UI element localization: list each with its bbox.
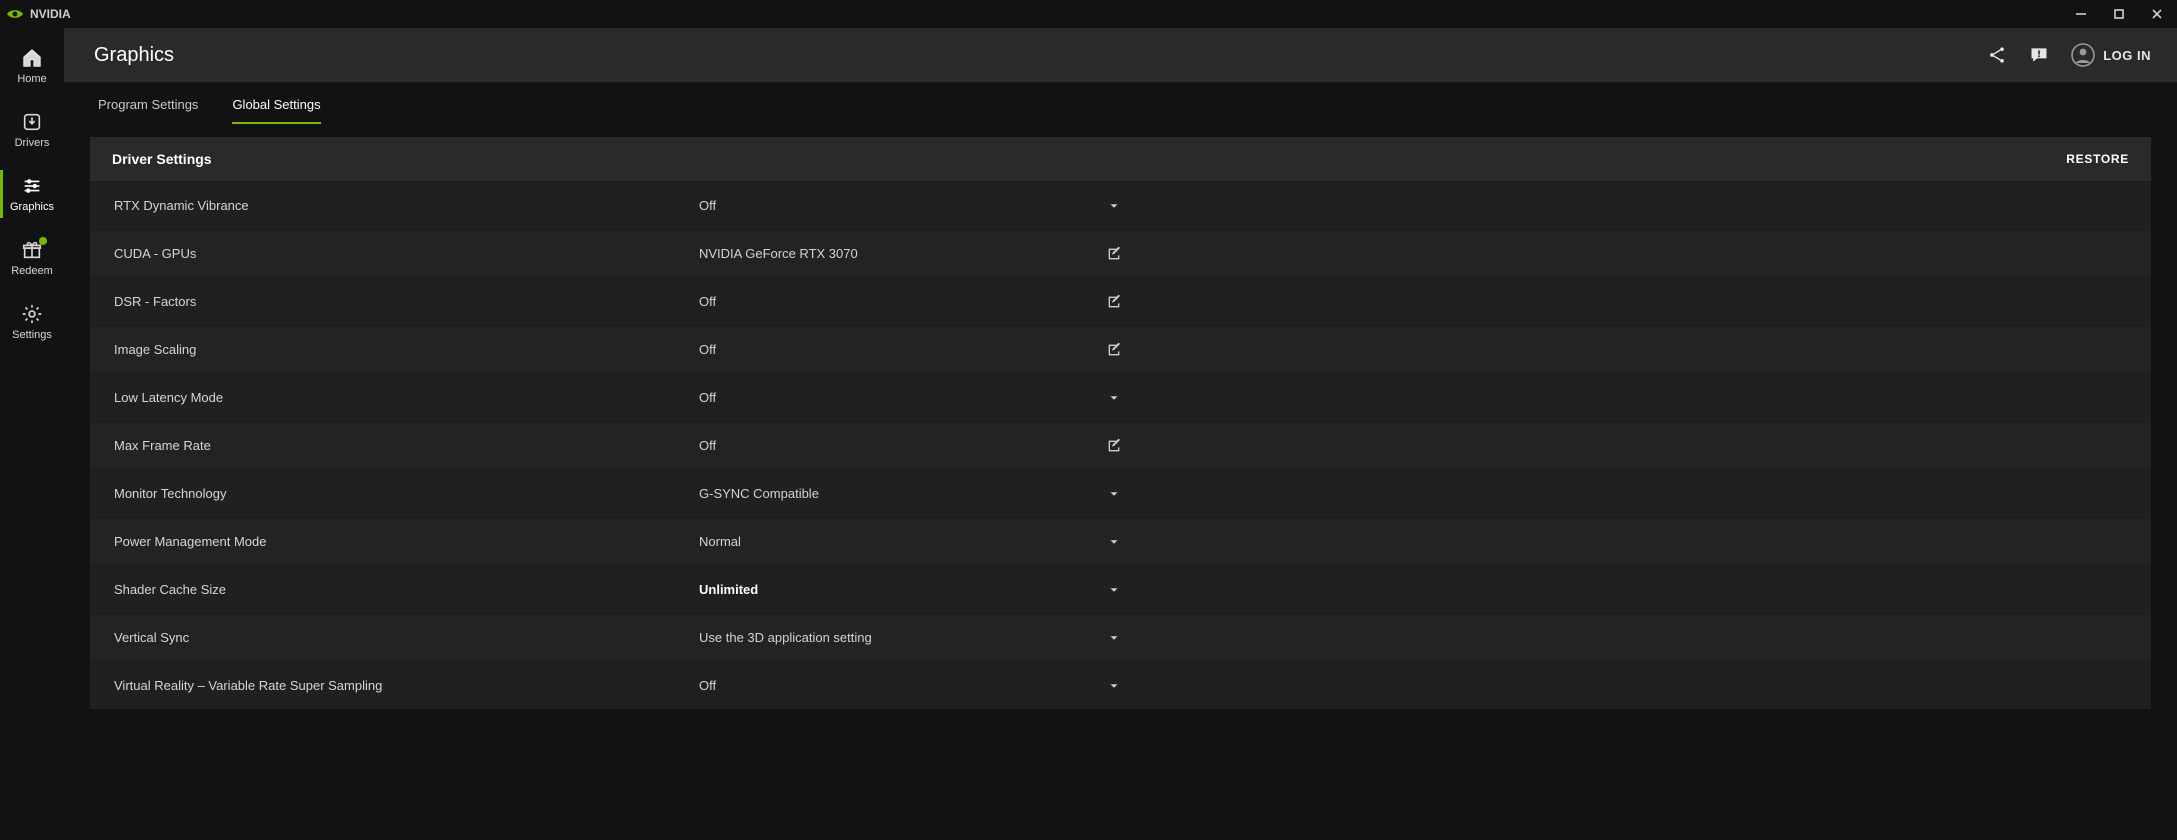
- setting-label: Low Latency Mode: [114, 390, 699, 405]
- chevron-down-icon: [1107, 631, 1121, 645]
- edit-icon: [1106, 246, 1122, 262]
- sidebar-item-label: Graphics: [10, 201, 54, 213]
- page-title: Graphics: [94, 44, 174, 67]
- chevron-down-icon: [1107, 199, 1121, 213]
- setting-row[interactable]: Image ScalingOff: [90, 325, 2151, 373]
- setting-row[interactable]: RTX Dynamic VibranceOff: [90, 181, 2151, 229]
- setting-label: Monitor Technology: [114, 486, 699, 501]
- notification-badge-icon: [39, 237, 47, 245]
- feedback-icon: [2029, 45, 2049, 65]
- tabs: Program Settings Global Settings: [64, 83, 2177, 123]
- setting-label: Vertical Sync: [114, 630, 699, 645]
- setting-row[interactable]: DSR - FactorsOff: [90, 277, 2151, 325]
- window-minimize-button[interactable]: [2067, 4, 2095, 24]
- setting-value: Off: [699, 342, 1099, 357]
- settings-panel: Driver Settings RESTORE RTX Dynamic Vibr…: [90, 137, 2151, 709]
- window-maximize-button[interactable]: [2105, 4, 2133, 24]
- tab-global-settings[interactable]: Global Settings: [232, 97, 320, 124]
- edit-button[interactable]: [1099, 438, 1129, 454]
- nvidia-eye-icon: [6, 7, 24, 21]
- gear-icon: [21, 303, 43, 325]
- edit-button[interactable]: [1099, 294, 1129, 310]
- login-label: LOG IN: [2103, 48, 2151, 63]
- setting-row[interactable]: Vertical SyncUse the 3D application sett…: [90, 613, 2151, 661]
- window-close-button[interactable]: [2143, 4, 2171, 24]
- chevron-down-icon: [1107, 583, 1121, 597]
- chevron-down-icon: [1107, 679, 1121, 693]
- chevron-down-icon: [1107, 535, 1121, 549]
- chevron-down-icon: [1107, 487, 1121, 501]
- setting-row[interactable]: Shader Cache SizeUnlimited: [90, 565, 2151, 613]
- edit-icon: [1106, 294, 1122, 310]
- sidebar-item-redeem[interactable]: Redeem: [0, 226, 64, 290]
- setting-label: Shader Cache Size: [114, 582, 699, 597]
- setting-label: Image Scaling: [114, 342, 699, 357]
- brand-text: NVIDIA: [30, 7, 71, 21]
- setting-row[interactable]: Low Latency ModeOff: [90, 373, 2151, 421]
- sidebar-item-settings[interactable]: Settings: [0, 290, 64, 354]
- setting-value: Off: [699, 294, 1099, 309]
- restore-button[interactable]: RESTORE: [2066, 152, 2129, 166]
- download-icon: [21, 111, 43, 133]
- avatar-icon: [2071, 43, 2095, 67]
- tab-program-settings[interactable]: Program Settings: [98, 97, 198, 124]
- setting-label: Max Frame Rate: [114, 438, 699, 453]
- sidebar-item-label: Settings: [12, 329, 52, 341]
- tab-label: Program Settings: [98, 97, 198, 112]
- edit-button[interactable]: [1099, 342, 1129, 358]
- setting-value: Off: [699, 678, 1099, 693]
- settings-rows: RTX Dynamic VibranceOffCUDA - GPUsNVIDIA…: [90, 181, 2151, 709]
- setting-row[interactable]: Virtual Reality – Variable Rate Super Sa…: [90, 661, 2151, 709]
- setting-row[interactable]: Monitor TechnologyG-SYNC Compatible: [90, 469, 2151, 517]
- sidebar-item-home[interactable]: Home: [0, 34, 64, 98]
- setting-row[interactable]: CUDA - GPUsNVIDIA GeForce RTX 3070: [90, 229, 2151, 277]
- setting-value: Off: [699, 438, 1099, 453]
- setting-value: Off: [699, 390, 1099, 405]
- sliders-icon: [21, 175, 43, 197]
- edit-icon: [1106, 342, 1122, 358]
- edit-button[interactable]: [1099, 246, 1129, 262]
- dropdown-toggle[interactable]: [1099, 583, 1129, 597]
- sidebar-item-label: Redeem: [11, 265, 53, 277]
- chevron-down-icon: [1107, 391, 1121, 405]
- setting-value: NVIDIA GeForce RTX 3070: [699, 246, 1099, 261]
- setting-label: CUDA - GPUs: [114, 246, 699, 261]
- section-header: Driver Settings RESTORE: [90, 137, 2151, 181]
- setting-value: Unlimited: [699, 582, 1099, 597]
- share-icon: [1987, 45, 2007, 65]
- setting-value: Normal: [699, 534, 1099, 549]
- dropdown-toggle[interactable]: [1099, 679, 1129, 693]
- dropdown-toggle[interactable]: [1099, 535, 1129, 549]
- dropdown-toggle[interactable]: [1099, 631, 1129, 645]
- setting-row[interactable]: Max Frame RateOff: [90, 421, 2151, 469]
- setting-value: G-SYNC Compatible: [699, 486, 1099, 501]
- feedback-button[interactable]: [2029, 45, 2049, 65]
- setting-label: RTX Dynamic Vibrance: [114, 198, 699, 213]
- sidebar-item-label: Home: [17, 73, 46, 85]
- setting-label: Power Management Mode: [114, 534, 699, 549]
- dropdown-toggle[interactable]: [1099, 487, 1129, 501]
- login-button[interactable]: LOG IN: [2071, 43, 2151, 67]
- sidebar-item-drivers[interactable]: Drivers: [0, 98, 64, 162]
- setting-value: Use the 3D application setting: [699, 630, 1099, 645]
- home-icon: [21, 47, 43, 69]
- sidebar-item-graphics[interactable]: Graphics: [0, 162, 64, 226]
- brand-logo: NVIDIA: [6, 7, 71, 21]
- share-button[interactable]: [1987, 45, 2007, 65]
- setting-value: Off: [699, 198, 1099, 213]
- setting-row[interactable]: Power Management ModeNormal: [90, 517, 2151, 565]
- section-title: Driver Settings: [112, 151, 212, 167]
- sidebar-item-label: Drivers: [15, 137, 50, 149]
- tab-label: Global Settings: [232, 97, 320, 112]
- page-header: Graphics: [64, 28, 2177, 83]
- dropdown-toggle[interactable]: [1099, 391, 1129, 405]
- setting-label: Virtual Reality – Variable Rate Super Sa…: [114, 678, 699, 693]
- titlebar: NVIDIA: [0, 0, 2177, 28]
- sidebar: Home Drivers Graphics: [0, 28, 64, 840]
- setting-label: DSR - Factors: [114, 294, 699, 309]
- dropdown-toggle[interactable]: [1099, 199, 1129, 213]
- edit-icon: [1106, 438, 1122, 454]
